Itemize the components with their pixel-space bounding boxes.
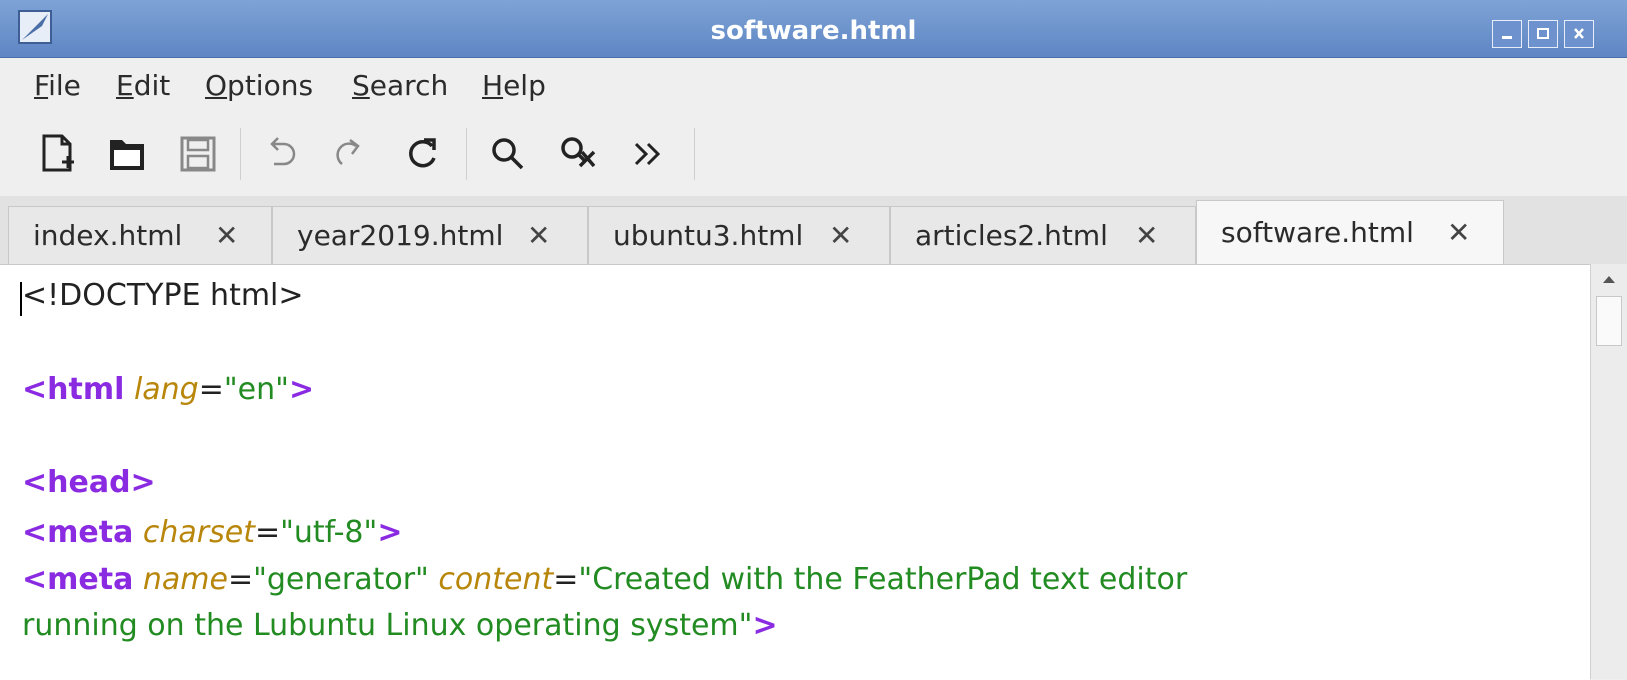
menu-edit-label: dit: [133, 69, 171, 102]
attribute-text: content: [438, 562, 554, 597]
undo-icon: [270, 137, 296, 166]
code-line-2: <html lang="en">: [22, 372, 314, 407]
equals-text: =: [198, 372, 224, 407]
attribute-text: charset: [142, 515, 255, 550]
menu-options[interactable]: Options: [205, 66, 313, 106]
code-line-4: <meta charset="utf-8">: [22, 515, 402, 550]
tag-text: <head>: [22, 465, 156, 500]
menu-help[interactable]: Help: [482, 66, 546, 106]
reload-icon: [409, 138, 436, 168]
tag-text: >: [752, 608, 778, 643]
more-icon: [634, 142, 661, 166]
minimize-button[interactable]: [1492, 20, 1522, 48]
menu-options-mnemonic: O: [205, 69, 228, 102]
toolbar-separator: [240, 128, 241, 180]
string-text: running on the Lubuntu Linux operating s…: [22, 608, 753, 643]
scrollbar-thumb[interactable]: [1596, 296, 1622, 346]
attribute-text: name: [142, 562, 228, 597]
tag-text: <meta: [22, 515, 134, 550]
tab-label: year2019.html: [297, 219, 504, 252]
menu-options-label: ptions: [227, 69, 314, 102]
equals-text: =: [227, 562, 254, 597]
tag-text: <meta: [22, 562, 134, 597]
code-line-6: running on the Lubuntu Linux operating s…: [22, 608, 778, 643]
minimize-icon: [1502, 36, 1512, 39]
code-line-1: <!DOCTYPE html>: [22, 278, 304, 313]
tag-text: >: [377, 515, 403, 550]
string-text: "utf-8": [280, 515, 378, 550]
close-icon: [1574, 28, 1584, 39]
find-button[interactable]: [482, 128, 534, 180]
tab-close-icon[interactable]: ✕: [215, 207, 238, 265]
attribute-text: lang: [133, 372, 199, 407]
menu-help-label: elp: [503, 69, 546, 102]
find-icon: [492, 138, 524, 170]
tab-label: index.html: [33, 219, 183, 252]
reload-button[interactable]: [396, 128, 448, 180]
save-icon: [180, 136, 216, 172]
string-text: "en": [223, 372, 289, 407]
tab-label: software.html: [1221, 216, 1414, 249]
maximize-icon: [1537, 28, 1549, 39]
menu-search-mnemonic: S: [352, 69, 370, 102]
tab-close-icon[interactable]: ✕: [527, 207, 550, 265]
menu-edit-mnemonic: E: [116, 69, 134, 102]
save-button[interactable]: [172, 128, 224, 180]
more-tools-button[interactable]: [622, 128, 674, 180]
tag-text: >: [288, 372, 315, 407]
tab-software-html[interactable]: software.html ✕: [1196, 200, 1504, 264]
tab-label: articles2.html: [915, 219, 1108, 252]
tab-close-icon[interactable]: ✕: [829, 207, 852, 265]
tab-index-html[interactable]: index.html ✕: [8, 206, 272, 264]
string-text: "Created with the FeatherPad text editor: [578, 562, 1188, 597]
redo-icon: [336, 139, 360, 165]
string-text: "generator": [253, 562, 429, 597]
menu-edit[interactable]: Edit: [116, 66, 170, 106]
new-file-icon: [42, 134, 74, 172]
tab-ubuntu3-html[interactable]: ubuntu3.html ✕: [588, 206, 890, 264]
menu-search-label: earch: [369, 69, 449, 102]
tab-year2019-html[interactable]: year2019.html ✕: [272, 206, 588, 264]
menu-file[interactable]: File: [34, 66, 81, 106]
maximize-button[interactable]: [1528, 20, 1558, 48]
toolbar-separator: [694, 128, 695, 180]
open-file-button[interactable]: [102, 128, 154, 180]
tab-articles2-html[interactable]: articles2.html ✕: [890, 206, 1196, 264]
find-replace-icon: [561, 137, 596, 168]
new-file-button[interactable]: [32, 128, 84, 180]
equals-text: =: [254, 515, 281, 550]
menu-file-mnemonic: F: [34, 69, 49, 102]
title-bar[interactable]: software.html: [0, 0, 1627, 58]
menu-file-label: ile: [48, 69, 81, 102]
tab-label: ubuntu3.html: [613, 219, 804, 252]
tab-close-icon[interactable]: ✕: [1447, 201, 1470, 265]
toolbar: [0, 112, 1627, 196]
tag-text: <html: [22, 372, 125, 407]
tab-close-icon[interactable]: ✕: [1135, 207, 1158, 265]
menu-help-mnemonic: H: [482, 69, 504, 102]
open-folder-icon: [110, 140, 144, 170]
doctype-text: <!DOCTYPE html>: [22, 278, 304, 313]
find-replace-button[interactable]: [552, 128, 604, 180]
redo-button[interactable]: [326, 128, 378, 180]
window-title: software.html: [710, 16, 917, 46]
undo-button[interactable]: [256, 128, 308, 180]
menu-search[interactable]: Search: [352, 66, 448, 106]
code-line-5: <meta name="generator" content="Created …: [22, 562, 1187, 597]
code-line-3: <head>: [22, 465, 156, 500]
equals-text: =: [553, 562, 579, 597]
scroll-up-arrow-icon[interactable]: [1599, 272, 1619, 286]
close-window-button[interactable]: [1564, 20, 1594, 48]
toolbar-separator: [466, 128, 467, 180]
